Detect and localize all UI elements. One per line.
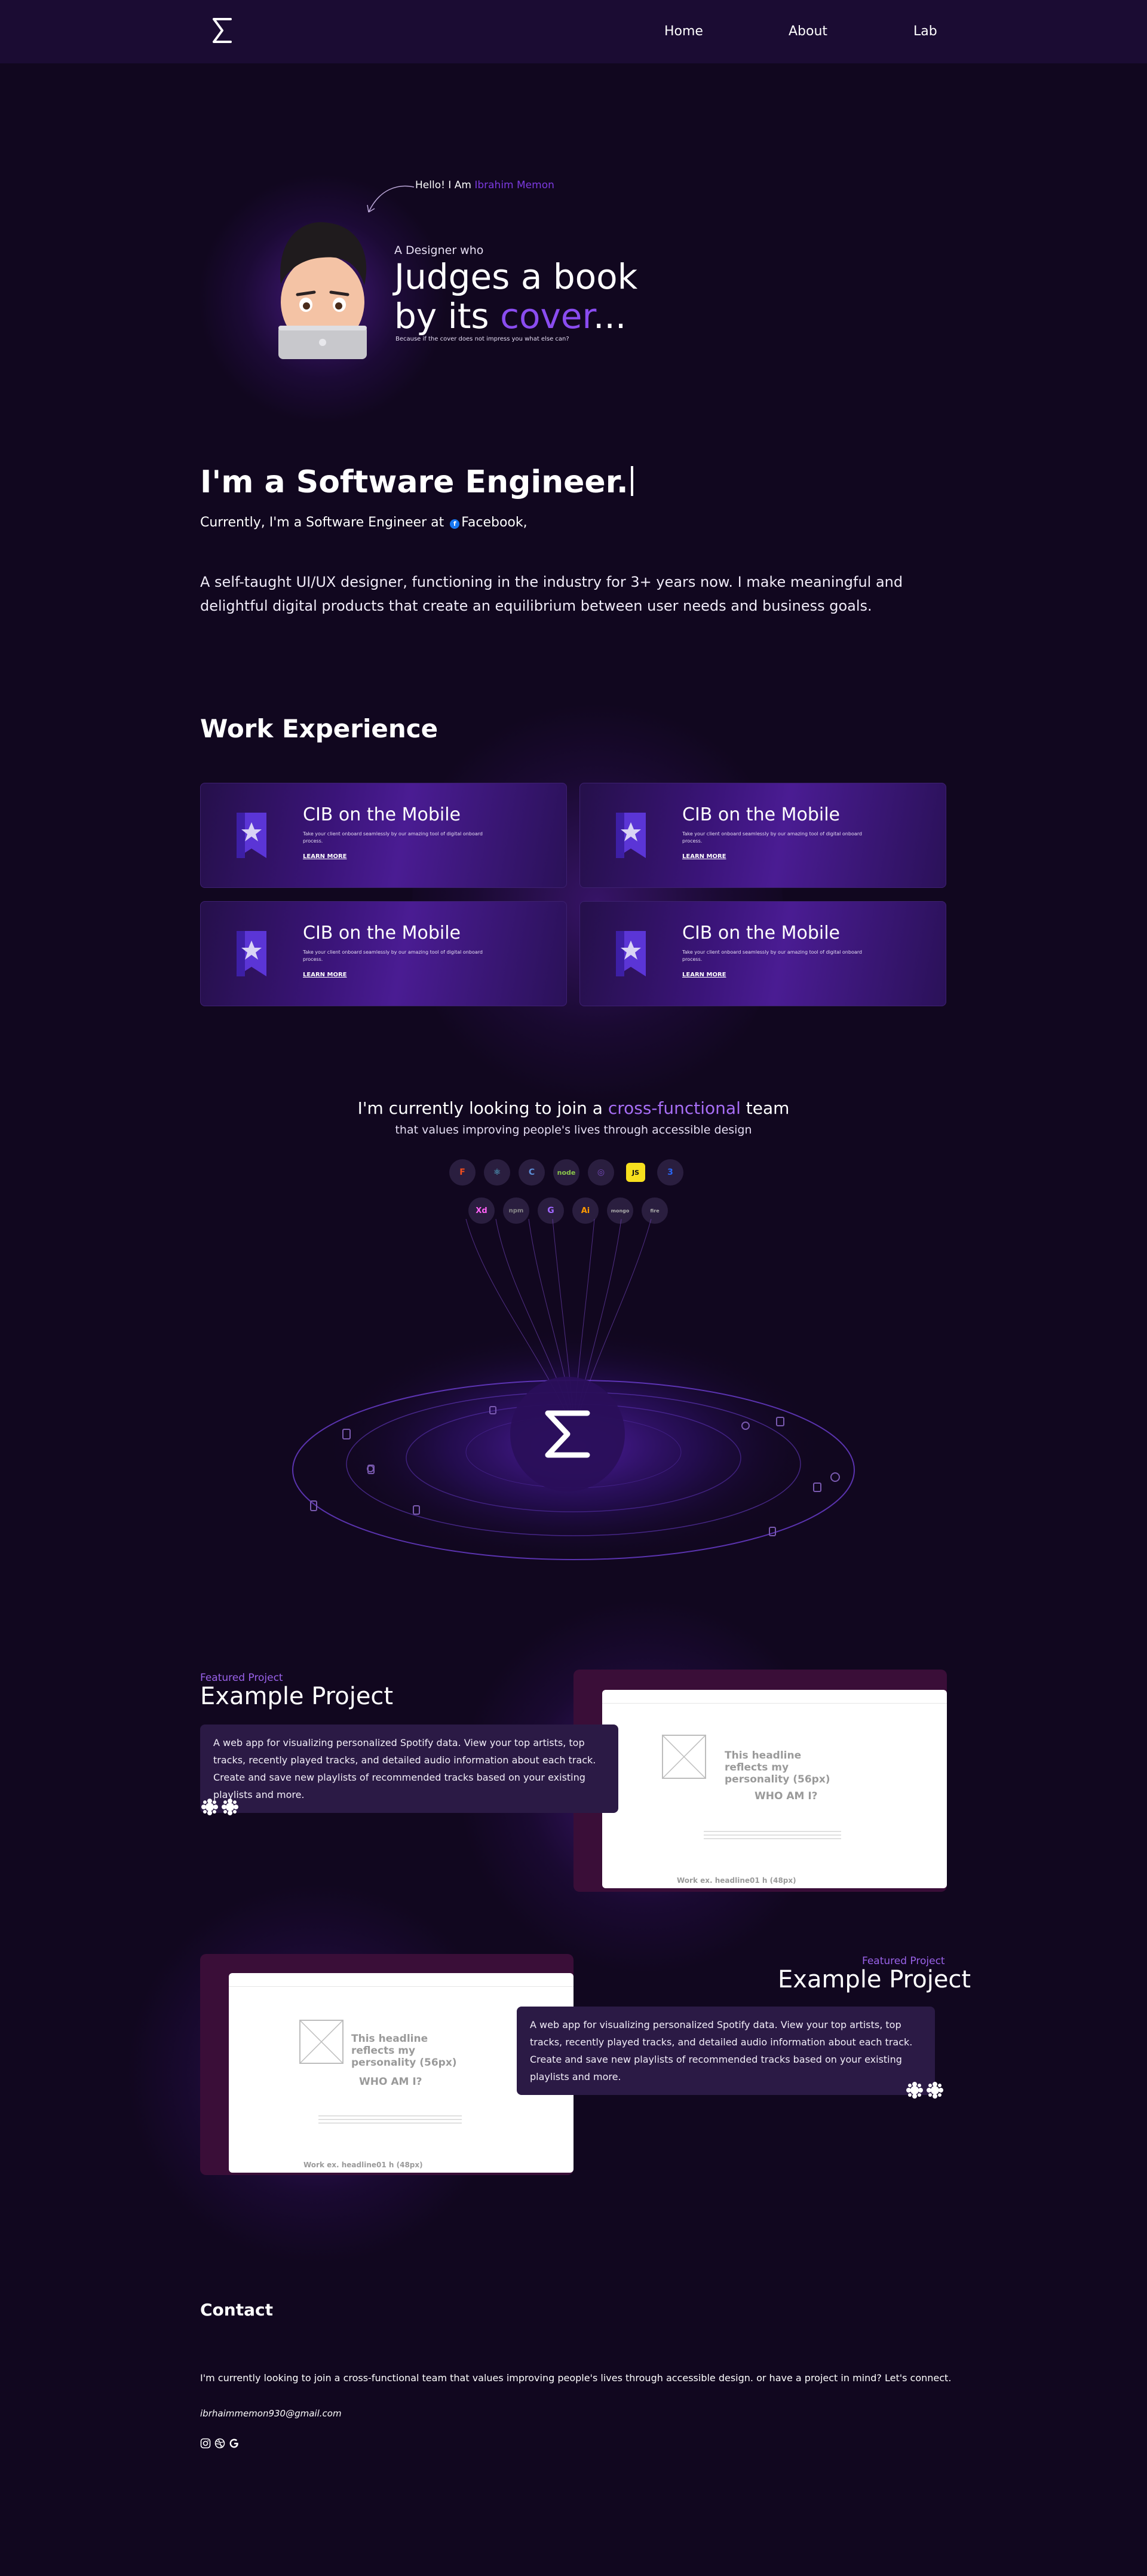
- featured-label: Featured Project: [200, 1672, 283, 1684]
- bookmark-star-icon: [616, 931, 646, 976]
- react-icon: ⚛: [484, 1159, 510, 1186]
- screenshot-navbar: [602, 1690, 947, 1704]
- orbit-graphic: [292, 1218, 855, 1566]
- work-card-desc: Take your client onboard seamlessly by o…: [303, 831, 483, 844]
- hero-hello: Hello! I Am Ibrahim Memon: [415, 179, 554, 191]
- social-links: [200, 2438, 240, 2449]
- avatar: [278, 222, 367, 359]
- work-card-title: CIB on the Mobile: [682, 923, 840, 944]
- work-card[interactable]: CIB on the Mobile Take your client onboa…: [200, 901, 567, 1006]
- project-links-icons[interactable]: [200, 1796, 242, 1818]
- work-card-title: CIB on the Mobile: [303, 804, 461, 825]
- screenshot-who: WHO AM I?: [755, 1790, 818, 1802]
- screenshot-work: Work ex. headline01 h (48px): [677, 1876, 796, 1885]
- image-placeholder-icon: [299, 2020, 344, 2064]
- hero-designer-line: A Designer who: [394, 244, 484, 257]
- work-card-desc: Take your client onboard seamlessly by o…: [682, 949, 862, 962]
- work-card[interactable]: CIB on the Mobile Take your client onboa…: [579, 901, 946, 1006]
- hero-tagline: Because if the cover does not impress yo…: [395, 336, 569, 342]
- work-card-desc: Take your client onboard seamlessly by o…: [682, 831, 862, 844]
- learn-more-link[interactable]: LEARN MORE: [303, 853, 346, 860]
- learn-more-link[interactable]: LEARN MORE: [682, 853, 726, 860]
- typing-caret: [630, 466, 633, 496]
- hero-name: Ibrahim Memon: [474, 179, 554, 191]
- tool-icons-row1: F ⚛ C node ◎ JS 3: [449, 1159, 683, 1186]
- screenshot-who: WHO AM I?: [359, 2076, 422, 2088]
- screenshot-work: Work ex. headline01 h (48px): [303, 2161, 423, 2169]
- work-card[interactable]: CIB on the Mobile Take your client onboa…: [200, 783, 567, 888]
- js-icon: JS: [626, 1163, 645, 1182]
- skills-title: I'm currently looking to join a cross-fu…: [357, 1098, 790, 1118]
- node-icon: node: [553, 1159, 579, 1186]
- intro-current-role: Currently, I'm a Software Engineer at fF…: [200, 515, 528, 530]
- top-navbar: [0, 0, 1147, 63]
- css-icon: 3: [657, 1159, 683, 1186]
- contact-title: Contact: [200, 2300, 273, 2320]
- nav-lab-link[interactable]: Lab: [913, 24, 937, 39]
- redux-icon: ◎: [588, 1159, 614, 1186]
- work-card-title: CIB on the Mobile: [303, 923, 461, 944]
- dribbble-icon[interactable]: [214, 2438, 225, 2449]
- work-card[interactable]: CIB on the Mobile Take your client onboa…: [579, 783, 946, 888]
- bookmark-star-icon: [616, 813, 646, 858]
- hero-headline: Judges a book by its cover...: [394, 257, 637, 336]
- google-icon[interactable]: [229, 2438, 240, 2449]
- screenshot-headline: This headline reflects my personality (5…: [725, 1750, 830, 1785]
- email-link[interactable]: ibrhaimmemon930@gmail.com: [200, 2408, 342, 2419]
- intro-title: I'm a Software Engineer.: [200, 464, 633, 500]
- featured-label: Featured Project: [862, 1955, 945, 1967]
- screenshot-headline: This headline reflects my personality (5…: [351, 2033, 457, 2069]
- project-description: A web app for visualizing personalized S…: [200, 1725, 618, 1813]
- image-placeholder-icon: [662, 1735, 706, 1779]
- project-links-icons[interactable]: [905, 2079, 947, 2101]
- nav-about-link[interactable]: About: [789, 24, 827, 39]
- project-description: A web app for visualizing personalized S…: [517, 2007, 935, 2095]
- contact-text: I'm currently looking to join a cross-fu…: [200, 2372, 952, 2384]
- c-icon: C: [519, 1159, 545, 1186]
- screenshot-text-lines: [704, 1831, 841, 1832]
- project-title: Example Project: [778, 1966, 971, 1993]
- figma-icon: F: [449, 1159, 476, 1186]
- project-title: Example Project: [200, 1683, 394, 1710]
- instagram-icon[interactable]: [200, 2438, 211, 2449]
- learn-more-link[interactable]: LEARN MORE: [303, 972, 346, 978]
- learn-more-link[interactable]: LEARN MORE: [682, 972, 726, 978]
- facebook-icon: f: [450, 519, 460, 529]
- work-title: Work Experience: [200, 714, 438, 743]
- bookmark-star-icon: [237, 931, 266, 976]
- bookmark-star-icon: [237, 813, 266, 858]
- project-screenshot[interactable]: This headline reflects my personality (5…: [602, 1690, 947, 1888]
- work-card-desc: Take your client onboard seamlessly by o…: [303, 949, 483, 962]
- nav-home-link[interactable]: Home: [664, 24, 703, 39]
- skills-subtitle: that values improving people's lives thr…: [395, 1123, 752, 1137]
- logo-icon[interactable]: [210, 17, 234, 44]
- intro-bio: A self-taught UI/UX designer, functionin…: [200, 574, 903, 614]
- hero-headline-line2: by its cover...: [394, 296, 627, 336]
- work-card-title: CIB on the Mobile: [682, 804, 840, 825]
- hero-headline-line1: Judges a book: [394, 256, 638, 297]
- screenshot-text-lines: [318, 2115, 462, 2116]
- screenshot-navbar: [229, 1973, 574, 1987]
